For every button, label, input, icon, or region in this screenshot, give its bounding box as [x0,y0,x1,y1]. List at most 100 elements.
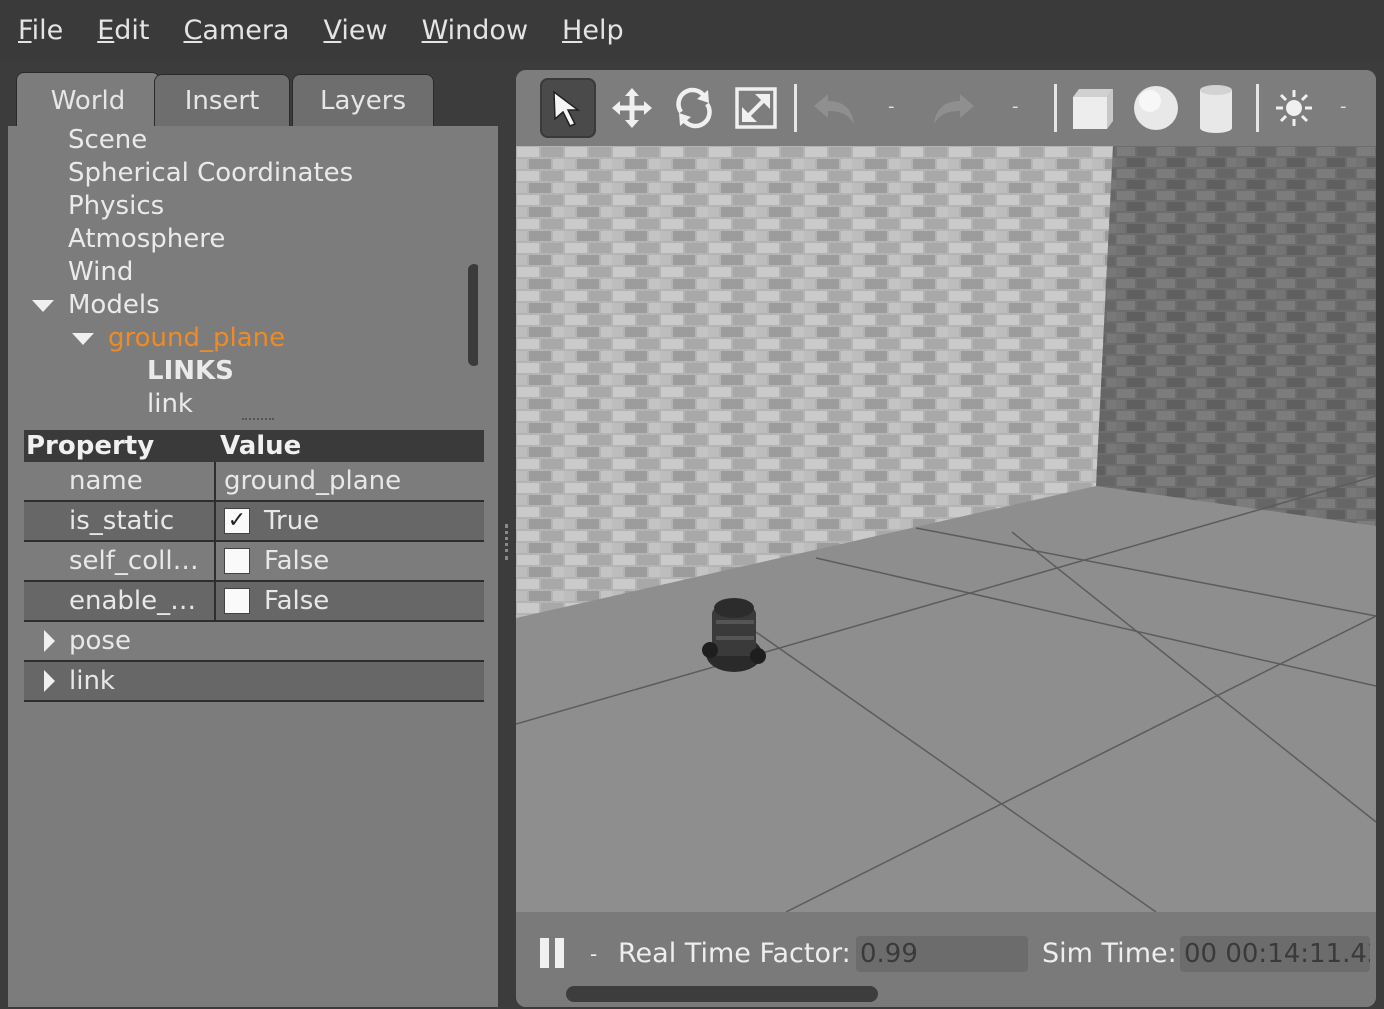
property-row-name[interactable]: name ground_plane [24,462,484,502]
tab-bar: World Insert Layers [8,62,498,128]
tree-item-links-header-label: LINKS [147,356,234,386]
property-row-self-collide[interactable]: self_coll… False [24,542,484,582]
collapsed-arrow-icon[interactable] [44,670,55,692]
sim-time-label: Sim Time: [1042,938,1177,969]
insert-light-button[interactable] [1266,78,1322,138]
property-row-enable-wind[interactable]: enable_… False [24,582,484,622]
menu-view[interactable]: View [323,15,387,46]
sun-light-icon [1276,90,1312,126]
menu-help[interactable]: Help [562,15,624,46]
render-toolbar: - - - [516,70,1376,146]
redo-dropdown[interactable]: - [1012,96,1019,117]
tree-item-models-label: Models [68,290,160,320]
scale-mode-button[interactable] [728,78,784,138]
tab-insert[interactable]: Insert [154,74,290,126]
step-dropdown[interactable]: - [590,942,597,966]
tree-item-spherical-label: Spherical Coordinates [68,158,354,188]
insert-box-button[interactable] [1064,78,1120,138]
tree-item-physics[interactable]: Physics [68,190,164,223]
menu-bar: File Edit Camera View Window Help [0,0,1384,60]
box-shape-icon [1073,89,1113,129]
tree-item-spherical-coordinates[interactable]: Spherical Coordinates [68,157,353,190]
menu-file-mnemonic: F [18,14,32,46]
undo-button[interactable] [806,78,862,138]
tab-world[interactable]: World [16,72,160,128]
enable-checkbox[interactable] [224,588,250,614]
menu-camera-mnemonic: C [183,14,203,46]
tab-layers[interactable]: Layers [292,74,434,126]
property-group-pose-label: pose [69,626,131,656]
self-collide-checkbox[interactable] [224,548,250,574]
tab-insert-label: Insert [184,85,260,116]
toolbar-separator [1256,84,1259,132]
sphere-shape-icon [1134,86,1178,130]
menu-window-mnemonic: W [421,14,448,46]
menu-camera-label: amera [202,14,290,46]
translate-mode-button[interactable] [604,78,660,138]
toolbar-separator [794,84,797,132]
tree-item-link-label: link [147,389,193,416]
undo-icon [814,94,854,124]
tree-item-physics-label: Physics [68,191,165,221]
real-time-factor-label: Real Time Factor: [618,938,851,969]
property-row-is-static[interactable]: is_static ✓ True [24,502,484,542]
property-is-static-label: is_static [24,502,216,540]
sim-time-field: 00 00:14:11.43 [1180,936,1370,972]
menu-edit-label: dit [114,14,150,46]
pause-button[interactable] [538,936,568,970]
real-time-factor-field: 0.99 [856,936,1028,972]
expanded-arrow-icon[interactable] [72,332,94,345]
3d-viewport[interactable] [516,146,1376,912]
menu-view-label: iew [341,14,388,46]
tree-item-atmosphere[interactable]: Atmosphere [68,223,225,256]
menu-edit-mnemonic: E [97,14,115,46]
collapsed-arrow-icon[interactable] [44,630,55,652]
horizontal-scrollbar[interactable] [566,986,878,1002]
tree-item-wind-label: Wind [68,257,134,287]
world-tree: Scene Spherical Coordinates Physics Atmo… [8,126,478,416]
toolbar-separator [1054,84,1057,132]
value-column-header: Value [220,431,302,461]
tree-item-scene-label: Scene [68,126,148,155]
splitter-grip[interactable] [505,524,511,560]
tree-properties-splitter[interactable] [242,418,274,424]
panel-splitter[interactable] [498,62,516,1007]
tree-item-scene[interactable]: Scene [68,126,147,157]
light-dropdown[interactable]: - [1340,96,1347,117]
redo-icon [934,94,974,124]
tree-item-ground-plane-label: ground_plane [108,323,286,353]
property-group-link[interactable]: link [24,662,484,702]
redo-button[interactable] [926,78,982,138]
select-mode-button[interactable] [540,78,596,138]
tree-item-models[interactable]: Models [32,289,160,322]
cylinder-shape-icon [1200,85,1232,133]
insert-sphere-button[interactable] [1128,78,1184,138]
pause-icon [540,938,564,968]
rotate-icon [676,87,712,129]
property-enable-value: False [264,586,330,616]
translate-icon [612,88,652,128]
menu-file[interactable]: File [18,15,63,46]
tree-scrollbar[interactable] [468,264,478,366]
insert-cylinder-button[interactable] [1188,78,1244,138]
menu-camera[interactable]: Camera [184,15,290,46]
tab-layers-label: Layers [319,85,407,116]
undo-dropdown[interactable]: - [888,96,895,117]
rotate-mode-button[interactable] [666,78,722,138]
menu-edit[interactable]: Edit [97,15,149,46]
property-name-value[interactable]: ground_plane [224,466,401,496]
expanded-arrow-icon[interactable] [32,299,54,312]
property-table-header: Property Value [24,430,484,462]
property-is-static-value: True [264,506,320,536]
tab-world-label: World [50,85,126,116]
scene-render [516,146,1376,912]
menu-help-label: elp [582,14,624,46]
property-group-pose[interactable]: pose [24,622,484,662]
tree-item-ground-plane[interactable]: ground_plane [72,322,285,355]
property-group-link-label: link [69,666,115,696]
menu-window[interactable]: Window [422,15,528,46]
tree-item-link[interactable]: link [147,388,193,416]
scale-icon [735,87,777,129]
tree-item-wind[interactable]: Wind [68,256,133,289]
is-static-checkbox[interactable]: ✓ [224,508,250,534]
